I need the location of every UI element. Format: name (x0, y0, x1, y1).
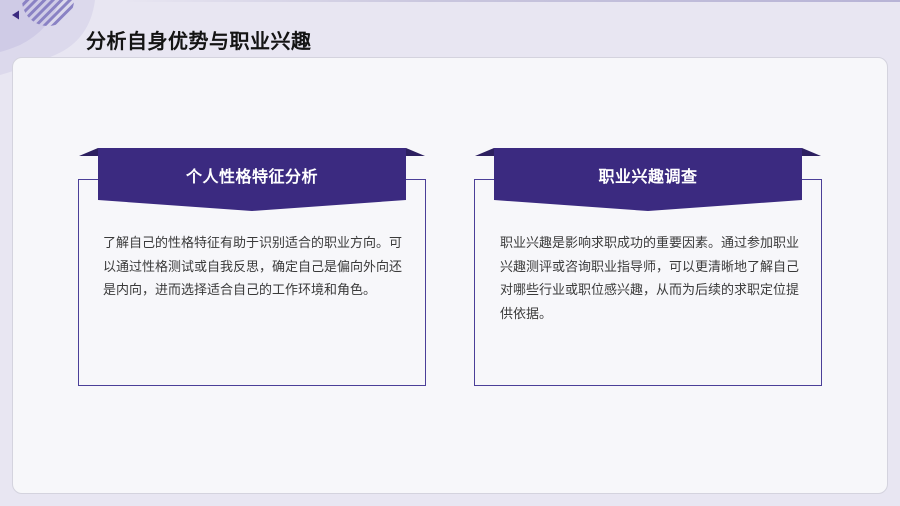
card-body-career-interest: 职业兴趣是影响求职成功的重要因素。通过参加职业兴趣测评或咨询职业指导师，可以更清… (500, 236, 800, 322)
card-title-career-interest: 职业兴趣调查 (598, 167, 698, 186)
top-decorative-line (120, 0, 900, 2)
page-title: 分析自身优势与职业兴趣 (86, 29, 312, 53)
ribbon-career-interest: 职业兴趣调查 (475, 148, 821, 213)
card-body-personality: 了解自己的性格特征有助于识别适合的职业方向。可以通过性格测试或自我反思，确定自己… (103, 236, 403, 298)
ribbon-personality: 个人性格特征分析 (79, 148, 425, 213)
card-title-personality: 个人性格特征分析 (185, 167, 318, 186)
